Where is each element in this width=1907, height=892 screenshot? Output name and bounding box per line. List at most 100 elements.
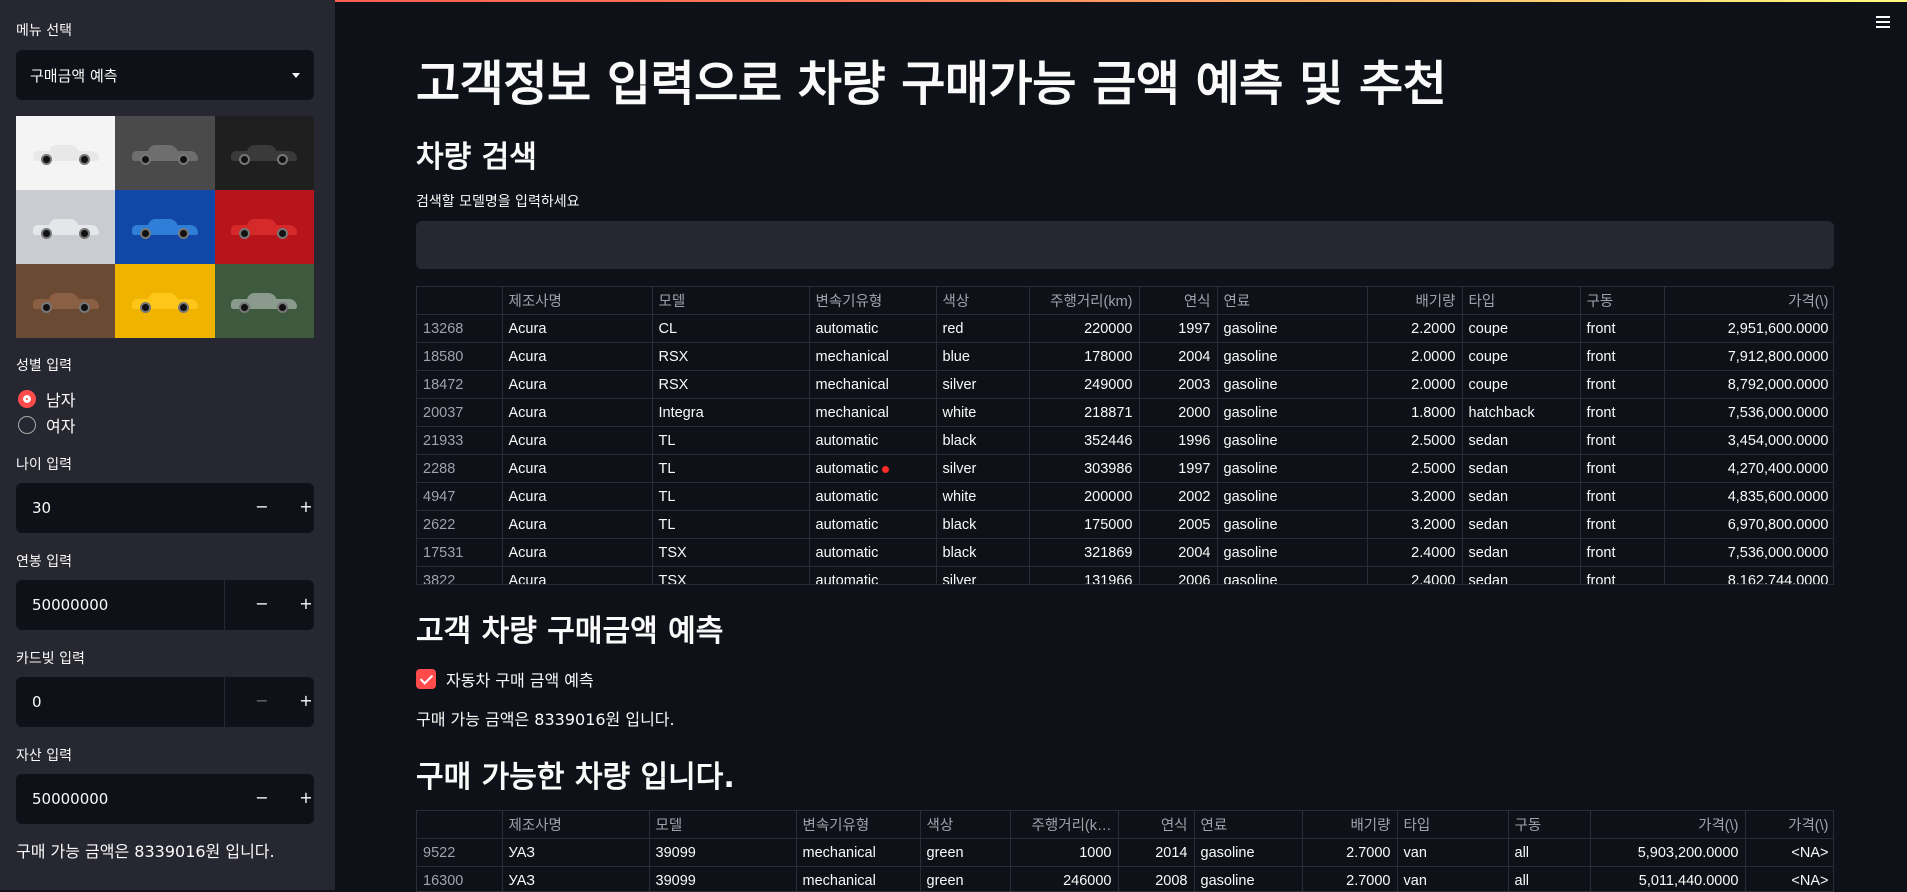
table-row[interactable]: 9522УАЗ39099mechanicalgreen10002014gasol… (417, 839, 1834, 867)
column-header[interactable]: 연식 (1139, 287, 1217, 315)
column-header[interactable]: 변속기유형 (796, 811, 920, 839)
table-cell[interactable]: 4,270,400.0000 (1664, 455, 1834, 483)
table-cell[interactable]: 2006 (1139, 567, 1217, 586)
table-cell[interactable]: 2000 (1139, 399, 1217, 427)
table-cell[interactable]: black (936, 427, 1029, 455)
column-header[interactable]: 색상 (936, 287, 1029, 315)
table-cell[interactable]: 220000 (1029, 315, 1139, 343)
table-cell[interactable]: automatic (809, 483, 936, 511)
table-cell[interactable]: 246000 (1010, 867, 1118, 892)
asset-increment-button[interactable]: + (284, 774, 328, 824)
row-index[interactable]: 17531 (417, 539, 502, 567)
table-cell[interactable]: 7,536,000.0000 (1664, 539, 1834, 567)
table-cell[interactable]: green (920, 839, 1010, 867)
table-cell[interactable]: black (936, 539, 1029, 567)
table-cell[interactable]: mechanical (796, 839, 920, 867)
table-cell[interactable]: CL (652, 315, 809, 343)
table-cell[interactable]: 131966 (1029, 567, 1139, 586)
available-cars-table[interactable]: 제조사명모델변속기유형색상주행거리(k…연식연료배기량타입구동가격(\)가격(\… (416, 810, 1834, 892)
table-cell[interactable]: van (1397, 839, 1508, 867)
table-cell[interactable]: gasoline (1217, 343, 1367, 371)
table-cell[interactable]: gasoline (1217, 455, 1367, 483)
table-cell[interactable]: coupe (1462, 315, 1580, 343)
salary-increment-button[interactable]: + (284, 580, 328, 630)
table-cell[interactable]: front (1580, 567, 1664, 586)
column-header[interactable]: 타입 (1462, 287, 1580, 315)
column-header[interactable]: 배기량 (1302, 811, 1397, 839)
salary-value[interactable]: 50000000 (32, 580, 108, 630)
table-cell[interactable]: 2004 (1139, 343, 1217, 371)
table-cell[interactable]: 175000 (1029, 511, 1139, 539)
age-increment-button[interactable]: + (284, 483, 328, 533)
table-cell[interactable]: automatic (809, 511, 936, 539)
row-index[interactable]: 2288 (417, 455, 502, 483)
table-cell[interactable]: 2.5000 (1367, 455, 1462, 483)
table-cell[interactable]: УАЗ (502, 839, 649, 867)
table-cell[interactable]: gasoline (1217, 315, 1367, 343)
table-cell[interactable]: Acura (502, 567, 652, 586)
asset-decrement-button[interactable]: − (240, 774, 284, 824)
table-cell[interactable]: RSX (652, 371, 809, 399)
table-cell[interactable]: automatic (809, 315, 936, 343)
predict-checkbox[interactable]: 자동차 구매 금액 예측 (416, 667, 594, 691)
table-cell[interactable]: front (1580, 371, 1664, 399)
column-header[interactable] (417, 811, 502, 839)
column-header[interactable]: 제조사명 (502, 287, 652, 315)
table-cell[interactable]: TSX (652, 567, 809, 586)
table-cell[interactable]: green (920, 867, 1010, 892)
column-header[interactable]: 제조사명 (502, 811, 649, 839)
debt-number-input[interactable]: 0 − + (16, 677, 314, 727)
age-number-input[interactable]: 30 − + (16, 483, 314, 533)
table-cell[interactable]: 249000 (1029, 371, 1139, 399)
table-cell[interactable]: gasoline (1217, 539, 1367, 567)
table-cell[interactable]: 2014 (1118, 839, 1194, 867)
table-cell[interactable]: 1997 (1139, 455, 1217, 483)
table-cell[interactable]: front (1580, 483, 1664, 511)
column-header[interactable]: 변속기유형 (809, 287, 936, 315)
table-cell[interactable]: <NA> (1745, 839, 1834, 867)
table-cell[interactable]: gasoline (1217, 511, 1367, 539)
checkbox-checked-icon[interactable] (416, 669, 436, 689)
table-cell[interactable]: front (1580, 399, 1664, 427)
table-cell[interactable]: 303986 (1029, 455, 1139, 483)
column-header[interactable]: 타입 (1397, 811, 1508, 839)
table-cell[interactable]: sedan (1462, 483, 1580, 511)
table-cell[interactable]: Acura (502, 427, 652, 455)
table-row[interactable]: 20037AcuraIntegramechanicalwhite21887120… (417, 399, 1834, 427)
table-cell[interactable]: Acura (502, 483, 652, 511)
table-cell[interactable]: mechanical (796, 867, 920, 892)
table-cell[interactable]: all (1508, 839, 1590, 867)
table-cell[interactable]: Acura (502, 539, 652, 567)
table-cell[interactable]: Acura (502, 455, 652, 483)
asset-number-input[interactable]: 50000000 − + (16, 774, 314, 824)
column-header[interactable]: 주행거리(km) (1029, 287, 1139, 315)
column-header[interactable]: 연료 (1194, 811, 1302, 839)
table-cell[interactable]: Acura (502, 399, 652, 427)
table-cell[interactable]: sedan (1462, 427, 1580, 455)
table-cell[interactable]: front (1580, 511, 1664, 539)
table-cell[interactable]: TL (652, 455, 809, 483)
available-cars-data-table[interactable]: 제조사명모델변속기유형색상주행거리(k…연식연료배기량타입구동가격(\)가격(\… (417, 811, 1834, 892)
table-cell[interactable]: 3.2000 (1367, 511, 1462, 539)
table-row[interactable]: 13268AcuraCLautomaticred2200001997gasoli… (417, 315, 1834, 343)
table-cell[interactable]: automatic (809, 539, 936, 567)
table-cell[interactable]: sedan (1462, 455, 1580, 483)
table-cell[interactable]: 321869 (1029, 539, 1139, 567)
row-index[interactable]: 18580 (417, 343, 502, 371)
column-header[interactable]: 연료 (1217, 287, 1367, 315)
table-cell[interactable]: front (1580, 343, 1664, 371)
table-cell[interactable]: front (1580, 427, 1664, 455)
row-index[interactable]: 21933 (417, 427, 502, 455)
asset-value[interactable]: 50000000 (32, 774, 108, 824)
column-header[interactable] (417, 287, 502, 315)
column-header[interactable]: 구동 (1580, 287, 1664, 315)
table-cell[interactable]: 1.8000 (1367, 399, 1462, 427)
table-cell[interactable]: 2.2000 (1367, 315, 1462, 343)
table-cell[interactable]: 2.0000 (1367, 371, 1462, 399)
column-header[interactable]: 연식 (1118, 811, 1194, 839)
table-cell[interactable]: sedan (1462, 539, 1580, 567)
age-value[interactable]: 30 (32, 483, 51, 533)
column-header[interactable]: 가격(\) (1745, 811, 1834, 839)
table-cell[interactable]: 2004 (1139, 539, 1217, 567)
table-cell[interactable]: mechanical (809, 371, 936, 399)
